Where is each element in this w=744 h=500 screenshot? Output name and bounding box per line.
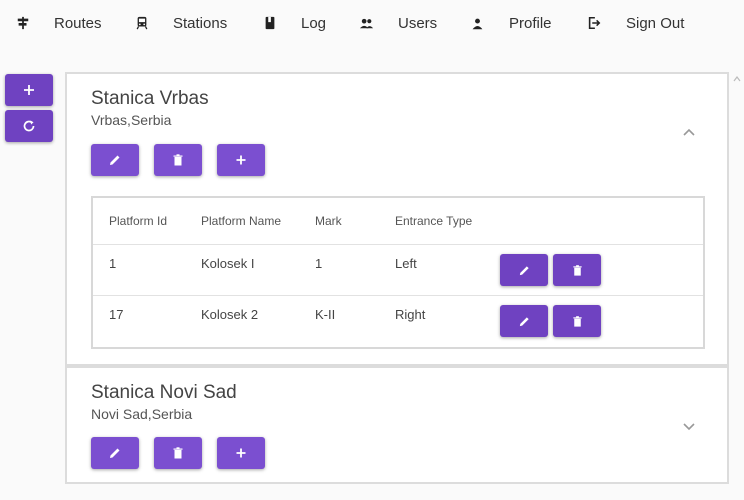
- pencil-icon: [519, 265, 529, 275]
- column-header-mark: Mark: [315, 214, 342, 228]
- nav-profile-label: Profile: [509, 14, 552, 32]
- station-name: Stanica Vrbas: [91, 88, 209, 109]
- delete-station-button[interactable]: [154, 144, 202, 176]
- station-location: Novi Sad,Serbia: [91, 406, 193, 422]
- edit-platform-button[interactable]: [500, 305, 548, 337]
- add-platform-button[interactable]: [217, 144, 265, 176]
- column-header-platform-name: Platform Name: [201, 214, 282, 228]
- nav-profile[interactable]: Profile: [469, 0, 552, 46]
- station-panel: Stanica Vrbas Vrbas,Serbia Platform Id P…: [65, 72, 729, 366]
- signpost-icon: [15, 15, 31, 31]
- nav-sign-out-label: Sign Out: [626, 14, 685, 32]
- group-icon: [358, 15, 374, 31]
- edit-station-button[interactable]: [91, 144, 139, 176]
- edit-platform-button[interactable]: [500, 254, 548, 286]
- nav-log-label: Log: [301, 14, 327, 32]
- scrollbar-up-arrow[interactable]: [730, 72, 744, 86]
- delete-station-button[interactable]: [154, 437, 202, 469]
- platforms-table: Platform Id Platform Name Mark Entrance …: [91, 196, 705, 349]
- nav-stations-label: Stations: [173, 14, 228, 32]
- delete-platform-button[interactable]: [553, 254, 601, 286]
- pencil-icon: [110, 448, 120, 458]
- book-icon: [262, 15, 278, 31]
- person-icon: [469, 15, 485, 31]
- plus-icon: [236, 155, 246, 165]
- refresh-icon: [23, 120, 35, 132]
- trash-icon: [572, 315, 582, 327]
- chevron-down-icon[interactable]: [681, 418, 697, 434]
- chevron-up-icon[interactable]: [681, 124, 697, 140]
- plus-icon: [236, 448, 246, 458]
- platform-name: Kolosek I: [201, 256, 255, 271]
- add-station-button[interactable]: [5, 74, 53, 106]
- logout-icon: [586, 15, 602, 31]
- add-platform-button[interactable]: [217, 437, 265, 469]
- nav-users-label: Users: [398, 14, 438, 32]
- nav-sign-out[interactable]: Sign Out: [586, 0, 684, 46]
- nav-routes[interactable]: Routes: [15, 0, 102, 46]
- station-name: Stanica Novi Sad: [91, 382, 237, 403]
- row-divider: [93, 244, 703, 245]
- trash-icon: [173, 154, 183, 166]
- platform-entrance: Left: [395, 256, 417, 271]
- nav-users[interactable]: Users: [358, 0, 437, 46]
- platform-id: 17: [109, 307, 124, 322]
- nav-log[interactable]: Log: [262, 0, 326, 46]
- trash-icon: [173, 447, 183, 459]
- column-header-entrance-type: Entrance Type: [395, 214, 473, 228]
- platform-id: 1: [109, 256, 117, 271]
- platform-entrance: Right: [395, 307, 426, 322]
- edit-station-button[interactable]: [91, 437, 139, 469]
- pencil-icon: [110, 155, 120, 165]
- platform-name: Kolosek 2: [201, 307, 259, 322]
- plus-icon: [24, 85, 34, 95]
- train-icon: [134, 15, 150, 31]
- nav-stations[interactable]: Stations: [134, 0, 227, 46]
- platform-mark: 1: [315, 256, 323, 271]
- platform-mark: K-II: [315, 307, 336, 322]
- station-panel: Stanica Novi Sad Novi Sad,Serbia: [65, 366, 729, 484]
- trash-icon: [572, 264, 582, 276]
- refresh-button[interactable]: [5, 110, 53, 142]
- row-divider: [93, 295, 703, 296]
- delete-platform-button[interactable]: [553, 305, 601, 337]
- nav-routes-label: Routes: [54, 14, 102, 32]
- column-header-platform-id: Platform Id: [109, 214, 168, 228]
- pencil-icon: [519, 316, 529, 326]
- top-navigation: Routes Stations Log Users Profile Sign O…: [0, 0, 744, 46]
- station-location: Vrbas,Serbia: [91, 112, 172, 128]
